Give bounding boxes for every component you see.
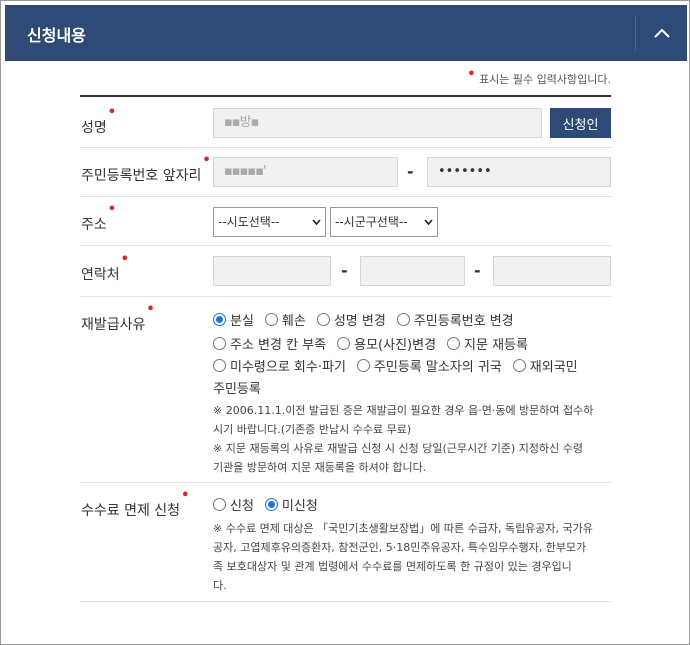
- rrn-back-field[interactable]: •••••••: [427, 157, 611, 187]
- reason-option-uncollected[interactable]: 미수령으로 회수·파기: [213, 356, 346, 375]
- contact-label: 연락처 •: [81, 252, 129, 283]
- reason-notes: ※ 2006.11.1.이전 발급된 증은 재발급이 필요한 경우 읍·면·동에…: [213, 404, 594, 474]
- phone-separator: -: [341, 261, 348, 280]
- sido-select[interactable]: --시도선택--: [213, 207, 326, 237]
- required-dot: •: [107, 105, 117, 120]
- collapse-button[interactable]: [637, 5, 687, 61]
- radio-button[interactable]: [316, 313, 330, 326]
- required-dot: •: [107, 202, 117, 217]
- reason-option-returnee[interactable]: 주민등록 말소자의 귀국: [356, 356, 502, 375]
- reason-option-overseas-wrap: 주민등록: [213, 382, 261, 397]
- radio-button[interactable]: [264, 498, 278, 511]
- row-divider: [80, 296, 611, 297]
- reason-radio-row-3: 미수령으로 회수·파기 주민등록 말소자의 귀국 재외국민: [213, 356, 578, 375]
- address-label: 주소 •: [81, 202, 117, 233]
- reason-option-address-space[interactable]: 주소 변경 칸 부족: [213, 334, 326, 353]
- required-dot: •: [120, 252, 129, 267]
- application-panel: 신청내용 • 표시는 필수 입력사항입니다. 성명 • ▪▪방▪ 신청인 주민등록…: [0, 0, 690, 645]
- required-dot: •: [181, 488, 190, 503]
- row-divider: [80, 147, 611, 148]
- reason-option-damaged[interactable]: 훼손: [264, 310, 306, 329]
- applicant-button[interactable]: 신청인: [550, 108, 611, 138]
- table-top-border: [80, 95, 611, 97]
- fee-notes: ※ 수수료 면제 대상은 「국민기초생활보장법」에 따른 수급자, 독립유공자,…: [213, 522, 593, 592]
- radio-button[interactable]: [213, 313, 226, 326]
- fee-radio-row: 신청 미신청: [213, 495, 329, 514]
- phone-part3-field[interactable]: [493, 256, 611, 286]
- radio-button[interactable]: [356, 359, 370, 372]
- rrn-separator: -: [407, 162, 414, 181]
- phone-separator: -: [474, 261, 481, 280]
- fee-label: 수수료 면제 신청 •: [81, 488, 190, 519]
- radio-button[interactable]: [213, 337, 226, 350]
- radio-button[interactable]: [396, 313, 410, 326]
- reason-option-rrn-change[interactable]: 주민등록번호 변경: [396, 310, 514, 329]
- reason-option-fingerprint[interactable]: 지문 재등록: [447, 334, 528, 353]
- rrn-front-field[interactable]: ▪▪▪▪▪': [213, 157, 398, 187]
- reason-label: 재발급사유 •: [81, 302, 155, 333]
- sigungu-select[interactable]: --시군구선택--: [330, 207, 438, 237]
- fee-option-apply[interactable]: 신청: [213, 495, 254, 514]
- reason-radio-row-2: 주소 변경 칸 부족 용모(사진)변경 지문 재등록: [213, 334, 539, 353]
- required-dot: •: [202, 153, 211, 168]
- radio-button[interactable]: [213, 359, 226, 372]
- required-dot: •: [467, 67, 476, 82]
- radio-button[interactable]: [447, 337, 461, 350]
- row-divider: [80, 482, 611, 483]
- row-divider: [80, 196, 611, 197]
- reason-option-name-change[interactable]: 성명 변경: [316, 310, 386, 329]
- radio-button[interactable]: [213, 498, 226, 511]
- reason-option-lost[interactable]: 분실: [213, 310, 254, 329]
- name-field[interactable]: ▪▪방▪: [213, 108, 542, 138]
- phone-part1-field[interactable]: [213, 256, 331, 286]
- reason-option-overseas[interactable]: 재외국민: [512, 356, 578, 375]
- reason-radio-row-1: 분실 훼손 성명 변경 주민등록번호 변경: [213, 310, 525, 329]
- required-note: • 표시는 필수 입력사항입니다.: [467, 67, 611, 86]
- header-divider: [635, 15, 636, 51]
- radio-button[interactable]: [337, 337, 351, 350]
- radio-button[interactable]: [512, 359, 526, 372]
- required-dot: •: [146, 302, 155, 317]
- chevron-down-icon: [312, 219, 321, 225]
- name-label: 성명 •: [81, 105, 117, 136]
- chevron-down-icon: [424, 219, 433, 225]
- radio-button[interactable]: [264, 313, 278, 326]
- reason-option-photo-change[interactable]: 용모(사진)변경: [337, 334, 436, 353]
- section-header: 신청내용: [5, 5, 687, 61]
- row-divider: [80, 601, 611, 602]
- chevron-up-icon: [654, 28, 670, 38]
- fee-option-not-apply[interactable]: 미신청: [264, 495, 318, 514]
- row-divider: [80, 245, 611, 246]
- phone-part2-field[interactable]: [360, 256, 465, 286]
- section-title: 신청내용: [27, 26, 86, 45]
- rrn-label: 주민등록번호 앞자리 •: [81, 153, 211, 184]
